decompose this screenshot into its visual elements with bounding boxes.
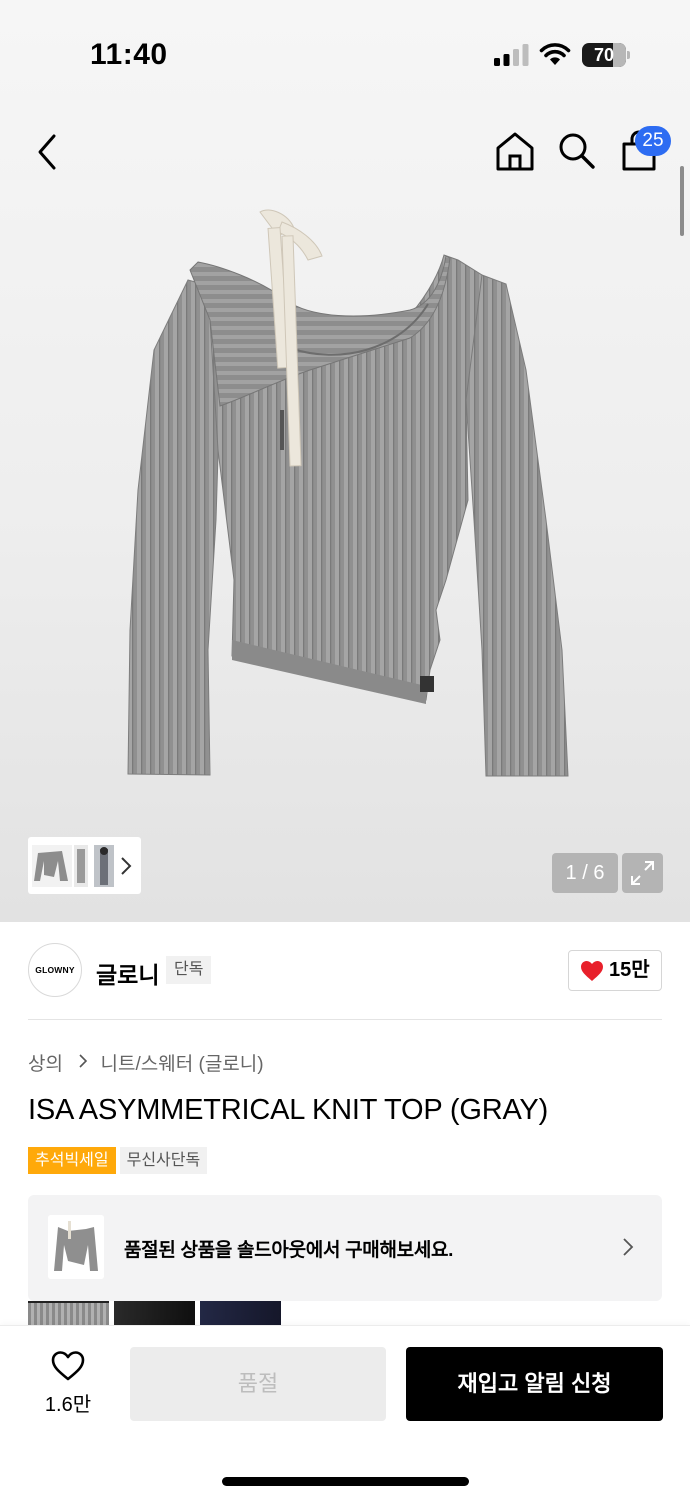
home-indicator[interactable]	[222, 1477, 469, 1486]
expand-icon	[631, 861, 654, 885]
expand-button[interactable]	[622, 853, 663, 893]
color-variants	[28, 1301, 328, 1325]
sale-tag: 추석빅세일	[28, 1147, 116, 1174]
battery-level: 70	[593, 45, 615, 65]
home-icon[interactable]	[494, 130, 536, 172]
heart-outline-icon	[51, 1351, 85, 1381]
soldout-banner-text: 품절된 상품을 솔드아웃에서 구매해보세요.	[124, 1240, 454, 1261]
variant-gray[interactable]	[28, 1301, 109, 1325]
status-bar: 11:40 70	[0, 0, 690, 100]
page-counter: 1 / 6	[552, 853, 618, 893]
brand-name[interactable]: 글로니	[96, 956, 159, 990]
soldout-banner[interactable]: 품절된 상품을 솔드아웃에서 구매해보세요.	[28, 1195, 662, 1301]
chevron-left-icon[interactable]	[30, 130, 66, 174]
breadcrumb-subcategory[interactable]: 니트/스웨터 (글로니)	[101, 1049, 264, 1076]
exclusive-tag: 무신사단독	[119, 1147, 208, 1174]
soldout-button[interactable]: 품절	[130, 1347, 386, 1421]
thumbnail-model[interactable]	[94, 845, 114, 887]
chevron-right-icon	[623, 1238, 634, 1256]
brand-logo[interactable]: GLOWNY	[28, 943, 82, 997]
wishlist-count: 1.6만	[44, 1394, 92, 1416]
bottom-action-bar: 1.6만 품절 재입고 알림 신청	[0, 1325, 690, 1500]
brand-like-button[interactable]: 15만	[568, 950, 662, 991]
cart-count-badge: 25	[635, 126, 671, 156]
variant-black[interactable]	[114, 1301, 195, 1325]
thumbnail-chevron-icon[interactable]	[120, 856, 132, 876]
thumbnail-detail[interactable]	[74, 845, 88, 887]
soldout-product-thumbnail	[48, 1215, 104, 1279]
wifi-icon	[539, 43, 571, 65]
heart-filled-icon	[581, 961, 603, 981]
thumbnail-product[interactable]	[32, 845, 72, 887]
search-icon[interactable]	[556, 130, 596, 170]
product-title: ISA ASYMMETRICAL KNIT TOP (GRAY)	[28, 1094, 549, 1126]
product-tags: 추석빅세일 무신사단독	[28, 1147, 211, 1175]
brand-like-count: 15만	[609, 959, 650, 981]
restock-alert-button[interactable]: 재입고 알림 신청	[406, 1347, 663, 1421]
top-nav	[0, 120, 690, 184]
product-image[interactable]	[110, 200, 580, 790]
thumbnail-strip[interactable]	[28, 837, 141, 894]
cellular-signal-icon	[494, 44, 529, 66]
variant-navy[interactable]	[200, 1301, 281, 1325]
wishlist-button[interactable]: 1.6만	[28, 1346, 108, 1422]
breadcrumb-category[interactable]: 상의	[28, 1049, 63, 1076]
brand-exclusive-tag: 단독	[166, 956, 212, 984]
status-time: 11:40	[90, 38, 168, 71]
chevron-right-icon	[79, 1053, 88, 1068]
divider	[28, 1019, 662, 1020]
battery-indicator: 70	[582, 43, 630, 67]
breadcrumb: 상의 니트/스웨터 (글로니)	[28, 1049, 264, 1075]
